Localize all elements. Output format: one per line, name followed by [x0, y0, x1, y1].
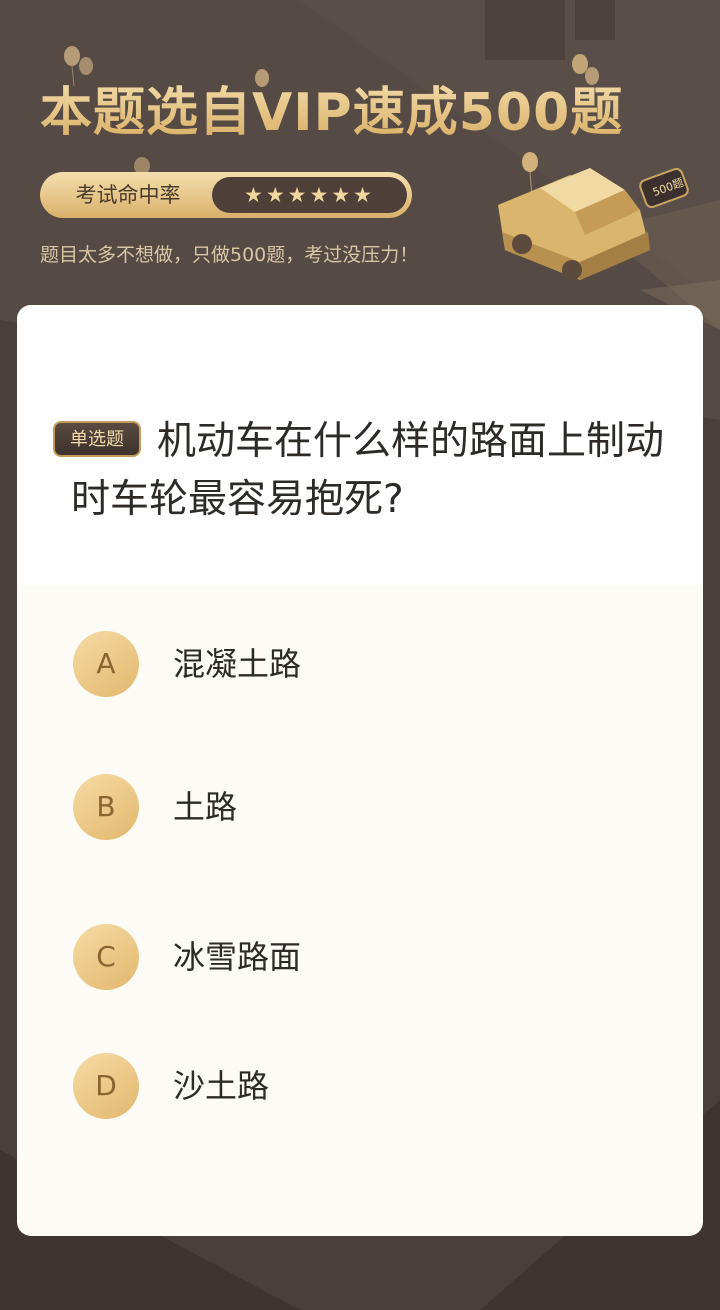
option-a[interactable]: A 混凝土路	[73, 631, 633, 699]
option-b[interactable]: B 土路	[73, 774, 633, 842]
option-c[interactable]: C 冰雪路面	[73, 924, 633, 992]
hit-rate-label: 考试命中率	[75, 183, 181, 207]
option-text-c: 冰雪路面	[173, 938, 302, 976]
banner-title: 本题选自VIP速成500题	[40, 70, 660, 145]
hit-rate-pill: 考试命中率 ★★★★★★	[40, 172, 412, 218]
option-letter-a: A	[73, 631, 139, 697]
option-text-b: 土路	[173, 788, 238, 826]
banner-subtitle: 题目太多不想做，只做500题，考过没压力！	[40, 244, 419, 266]
question-card: 单选题 机动车在什么样的路面上制动时车轮最容易抱死? A 混凝土路 B 土路 C…	[17, 305, 703, 1236]
option-d[interactable]: D 沙土路	[73, 1053, 633, 1121]
option-text-d: 沙土路	[173, 1067, 270, 1105]
option-letter-c: C	[73, 924, 139, 990]
question-text: 机动车在什么样的路面上制动时车轮最容易抱死?	[71, 419, 665, 522]
rating-stars: ★★★★★★	[212, 177, 407, 213]
option-letter-d: D	[73, 1053, 139, 1119]
option-text-a: 混凝土路	[173, 645, 302, 683]
option-letter-b: B	[73, 774, 139, 840]
